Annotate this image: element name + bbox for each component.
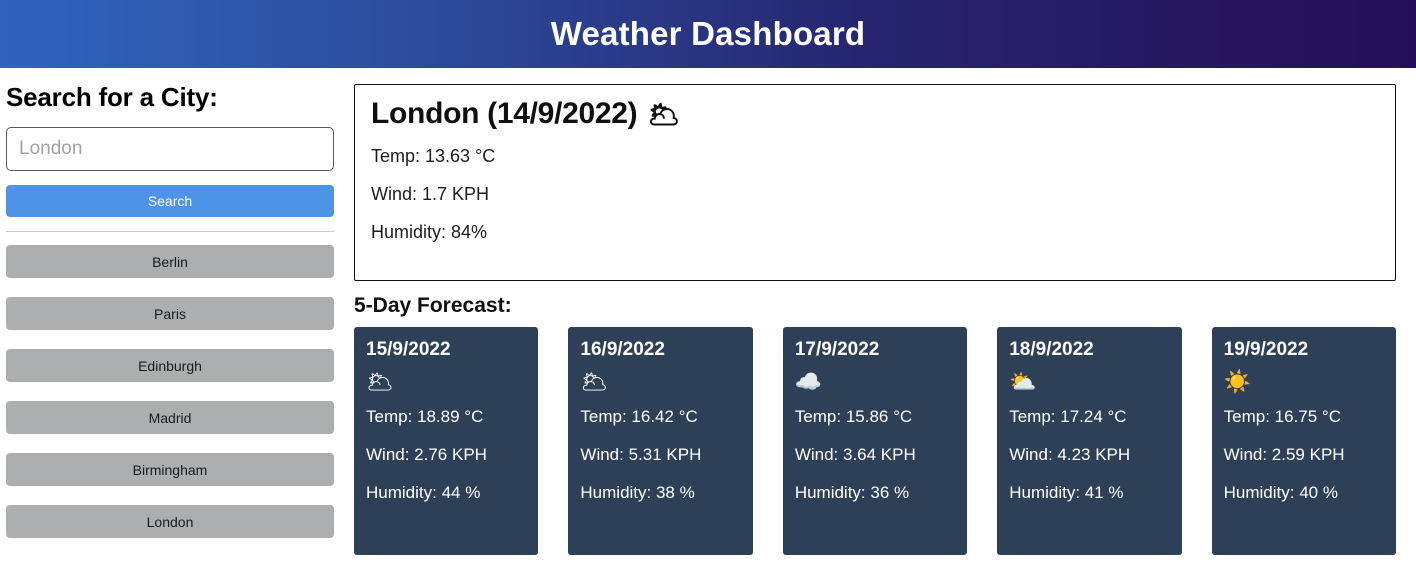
- recent-city-list: Berlin Paris Edinburgh Madrid Birmingham…: [6, 245, 334, 538]
- city-button-paris[interactable]: Paris: [6, 297, 334, 330]
- city-button-edinburgh[interactable]: Edinburgh: [6, 349, 334, 382]
- current-weather-card: London (14/9/2022) 🌥 Temp: 13.63 °C Wind…: [354, 84, 1396, 281]
- forecast-wind: Wind: 2.59 KPH: [1223, 445, 1345, 464]
- sidebar-divider: [6, 231, 334, 232]
- forecast-humidity: Humidity: 40 %: [1223, 483, 1338, 502]
- current-wind: Wind: 1.7 KPH: [371, 184, 490, 204]
- broken-clouds-icon: 🌥: [366, 369, 394, 394]
- forecast-date: 16/9/2022: [580, 339, 665, 360]
- forecast-temp: Temp: 15.86 °C: [794, 407, 913, 426]
- current-temp: Temp: 13.63 °C: [371, 146, 496, 166]
- current-weather-city-date: London (14/9/2022): [371, 97, 638, 130]
- broken-clouds-icon: 🌥: [647, 99, 681, 129]
- forecast-wind: Wind: 3.64 KPH: [794, 445, 916, 464]
- forecast-card: 19/9/2022 ☀️ Temp: 16.75 °C Wind: 2.59 K…: [1211, 327, 1397, 555]
- page-title: Weather Dashboard: [550, 15, 866, 52]
- forecast-humidity: Humidity: 36 %: [794, 483, 910, 502]
- forecast-temp: Temp: 18.89 °C: [366, 407, 484, 426]
- city-button-madrid[interactable]: Madrid: [6, 401, 334, 434]
- forecast-card: 15/9/2022 🌥 Temp: 18.89 °C Wind: 2.76 KP…: [354, 327, 539, 555]
- search-input[interactable]: [6, 127, 334, 171]
- sun-behind-cloud-icon: ⛅: [1009, 369, 1037, 394]
- broken-clouds-icon: 🌥: [580, 369, 609, 394]
- main-content: London (14/9/2022) 🌥 Temp: 13.63 °C Wind…: [340, 68, 1416, 555]
- forecast-date: 15/9/2022: [366, 339, 451, 360]
- forecast-date: 18/9/2022: [1009, 339, 1094, 360]
- search-button[interactable]: Search: [6, 185, 334, 217]
- search-heading: Search for a City:: [6, 82, 218, 112]
- cloud-icon: ☁️: [794, 369, 823, 394]
- city-button-berlin[interactable]: Berlin: [6, 245, 334, 278]
- forecast-wind: Wind: 4.23 KPH: [1009, 445, 1131, 464]
- forecast-card: 18/9/2022 ⛅ Temp: 17.24 °C Wind: 4.23 KP…: [997, 327, 1182, 555]
- forecast-humidity: Humidity: 44 %: [366, 483, 481, 502]
- forecast-wind: Wind: 5.31 KPH: [580, 445, 702, 464]
- current-weather-title: London (14/9/2022) 🌥: [371, 97, 1379, 131]
- current-humidity: Humidity: 84%: [371, 222, 488, 242]
- forecast-card: 16/9/2022 🌥 Temp: 16.42 °C Wind: 5.31 KP…: [568, 327, 753, 555]
- forecast-row: 15/9/2022 🌥 Temp: 18.89 °C Wind: 2.76 KP…: [354, 327, 1397, 555]
- forecast-wind: Wind: 2.76 KPH: [366, 445, 487, 464]
- forecast-date: 17/9/2022: [794, 339, 880, 360]
- forecast-card: 17/9/2022 ☁️ Temp: 15.86 °C Wind: 3.64 K…: [782, 327, 968, 555]
- forecast-heading: 5-Day Forecast:: [354, 294, 512, 317]
- search-sidebar: Search for a City: Search Berlin Paris E…: [0, 68, 340, 557]
- city-button-birmingham[interactable]: Birmingham: [6, 453, 334, 486]
- forecast-temp: Temp: 16.75 °C: [1223, 407, 1341, 426]
- forecast-humidity: Humidity: 41 %: [1009, 483, 1124, 502]
- forecast-humidity: Humidity: 38 %: [580, 483, 695, 502]
- app-header: Weather Dashboard: [0, 0, 1416, 68]
- forecast-date: 19/9/2022: [1223, 339, 1309, 360]
- forecast-temp: Temp: 17.24 °C: [1009, 407, 1127, 426]
- city-button-london[interactable]: London: [6, 505, 334, 538]
- forecast-temp: Temp: 16.42 °C: [580, 407, 698, 426]
- page-body: Search for a City: Search Berlin Paris E…: [0, 68, 1416, 557]
- sun-icon: ☀️: [1223, 369, 1252, 394]
